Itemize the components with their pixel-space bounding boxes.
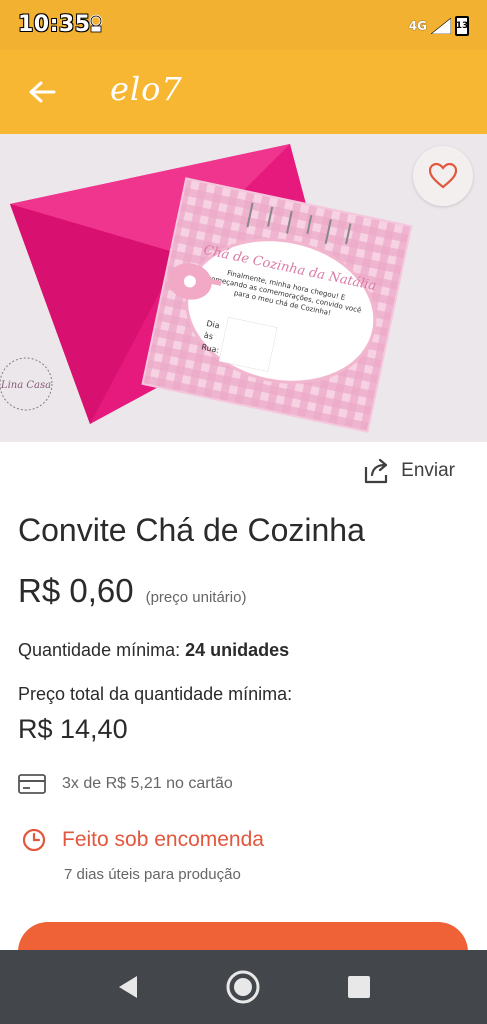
square-recents-icon bbox=[348, 976, 371, 998]
app-bar: elo7 bbox=[0, 50, 487, 134]
watermark-text: Lina Casa bbox=[0, 380, 51, 391]
signal-icon bbox=[431, 18, 451, 34]
battery-level: 13 bbox=[455, 21, 469, 31]
circle-home-icon bbox=[226, 970, 260, 1004]
product-title: Convite Chá de Cozinha bbox=[18, 512, 365, 548]
clock-icon bbox=[22, 828, 46, 852]
share-label: Enviar bbox=[401, 460, 455, 481]
installments-text: 3x de R$ 5,21 no cartão bbox=[62, 775, 233, 792]
heart-icon bbox=[429, 163, 457, 189]
arrow-left-icon bbox=[29, 81, 56, 103]
battery-icon: 13 bbox=[455, 16, 469, 36]
triangle-back-icon bbox=[118, 976, 137, 998]
notification-icon bbox=[89, 14, 103, 33]
back-button[interactable] bbox=[22, 72, 62, 112]
minimum-quantity: Quantidade mínima: 24 unidades bbox=[18, 640, 289, 661]
made-to-order-label: Feito sob encomenda bbox=[62, 828, 264, 851]
total-price: R$ 14,40 bbox=[18, 714, 128, 744]
min-qty-label: Quantidade mínima: bbox=[18, 640, 181, 660]
total-price-label: Preço total da quantidade mínima: bbox=[18, 684, 293, 704]
favorite-button[interactable] bbox=[413, 146, 473, 206]
nav-recents-button[interactable] bbox=[335, 963, 383, 1011]
status-bar: 10:35 4G 13 bbox=[0, 0, 487, 50]
price-note: (preço unitário) bbox=[145, 589, 247, 606]
min-qty-value: 24 unidades bbox=[185, 640, 290, 660]
credit-card-icon bbox=[18, 774, 46, 794]
system-nav-bar bbox=[0, 950, 487, 1024]
nav-home-button[interactable] bbox=[219, 963, 267, 1011]
share-button[interactable]: Enviar bbox=[363, 458, 455, 484]
status-time: 10:35 bbox=[18, 12, 91, 37]
price-row: R$ 0,60 (preço unitário) bbox=[18, 572, 246, 610]
network-label: 4G bbox=[408, 19, 427, 33]
brand-logo: elo7 bbox=[110, 70, 183, 108]
made-to-order-row: Feito sob encomenda bbox=[22, 828, 264, 852]
installments-row: 3x de R$ 5,21 no cartão bbox=[18, 774, 233, 794]
invitation-field-time: às bbox=[203, 331, 214, 342]
share-icon bbox=[365, 458, 388, 484]
unit-price: R$ 0,60 bbox=[18, 572, 134, 609]
nav-back-button[interactable] bbox=[104, 963, 152, 1011]
product-image[interactable]: Chá de Cozinha da Natália Finalmente, mi… bbox=[0, 134, 487, 442]
status-indicators: 4G 13 bbox=[409, 16, 469, 36]
production-time: 7 dias úteis para produção bbox=[64, 866, 241, 883]
